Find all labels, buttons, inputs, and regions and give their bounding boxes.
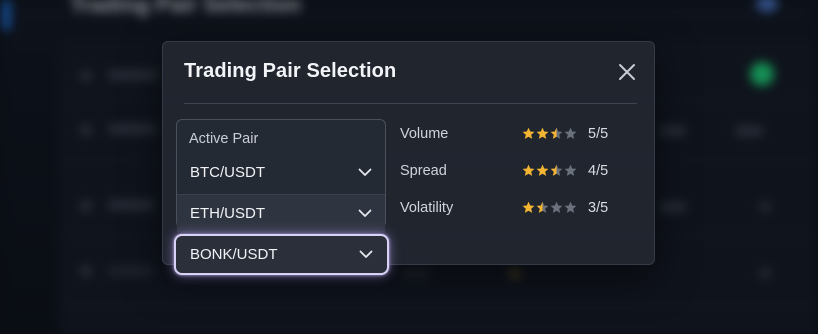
metric-label-volume: Volume bbox=[400, 126, 449, 142]
active-pair-label: Active Pair bbox=[189, 131, 259, 147]
modal-title: Trading Pair Selection bbox=[184, 60, 397, 82]
star-filled-icon bbox=[522, 127, 535, 139]
pair-option-label: ETH/USDT bbox=[190, 205, 265, 222]
star-rating bbox=[522, 127, 577, 140]
star-empty-icon bbox=[564, 164, 577, 176]
star-half-icon bbox=[536, 201, 549, 213]
star-half-icon bbox=[550, 164, 563, 176]
star-filled-icon bbox=[522, 201, 535, 213]
star-half-icon bbox=[550, 127, 563, 139]
metric-label-volatility: Volatility bbox=[400, 200, 454, 216]
chevron-down-icon bbox=[358, 209, 372, 217]
trading-pair-modal: Trading Pair Selection Active Pair BTC/U… bbox=[162, 41, 655, 275]
pair-option-eth-usdt[interactable]: ETH/USDT bbox=[177, 194, 385, 232]
star-filled-icon bbox=[536, 164, 549, 176]
star-rating bbox=[522, 164, 577, 177]
star-empty-icon bbox=[564, 201, 577, 213]
star-empty-icon bbox=[550, 201, 563, 213]
close-button[interactable] bbox=[615, 60, 639, 84]
metric-score: 3/5 bbox=[588, 200, 609, 216]
metric-score: 5/5 bbox=[588, 126, 609, 142]
pair-option-label: BONK/USDT bbox=[190, 246, 278, 263]
metric-score: 4/5 bbox=[588, 163, 609, 179]
metric-label-spread: Spread bbox=[400, 163, 447, 179]
chevron-down-icon bbox=[359, 250, 373, 258]
pair-option-label: BTC/USDT bbox=[190, 163, 265, 181]
star-empty-icon bbox=[564, 127, 577, 139]
header-divider bbox=[184, 103, 637, 104]
star-filled-icon bbox=[522, 164, 535, 176]
close-icon bbox=[619, 64, 635, 80]
star-rating bbox=[522, 201, 577, 214]
pair-option-btc-usdt[interactable]: BTC/USDT bbox=[177, 153, 385, 191]
chevron-down-icon bbox=[358, 168, 372, 176]
star-filled-icon bbox=[536, 127, 549, 139]
pair-option-bonk-usdt[interactable]: BONK/USDT bbox=[174, 234, 389, 275]
